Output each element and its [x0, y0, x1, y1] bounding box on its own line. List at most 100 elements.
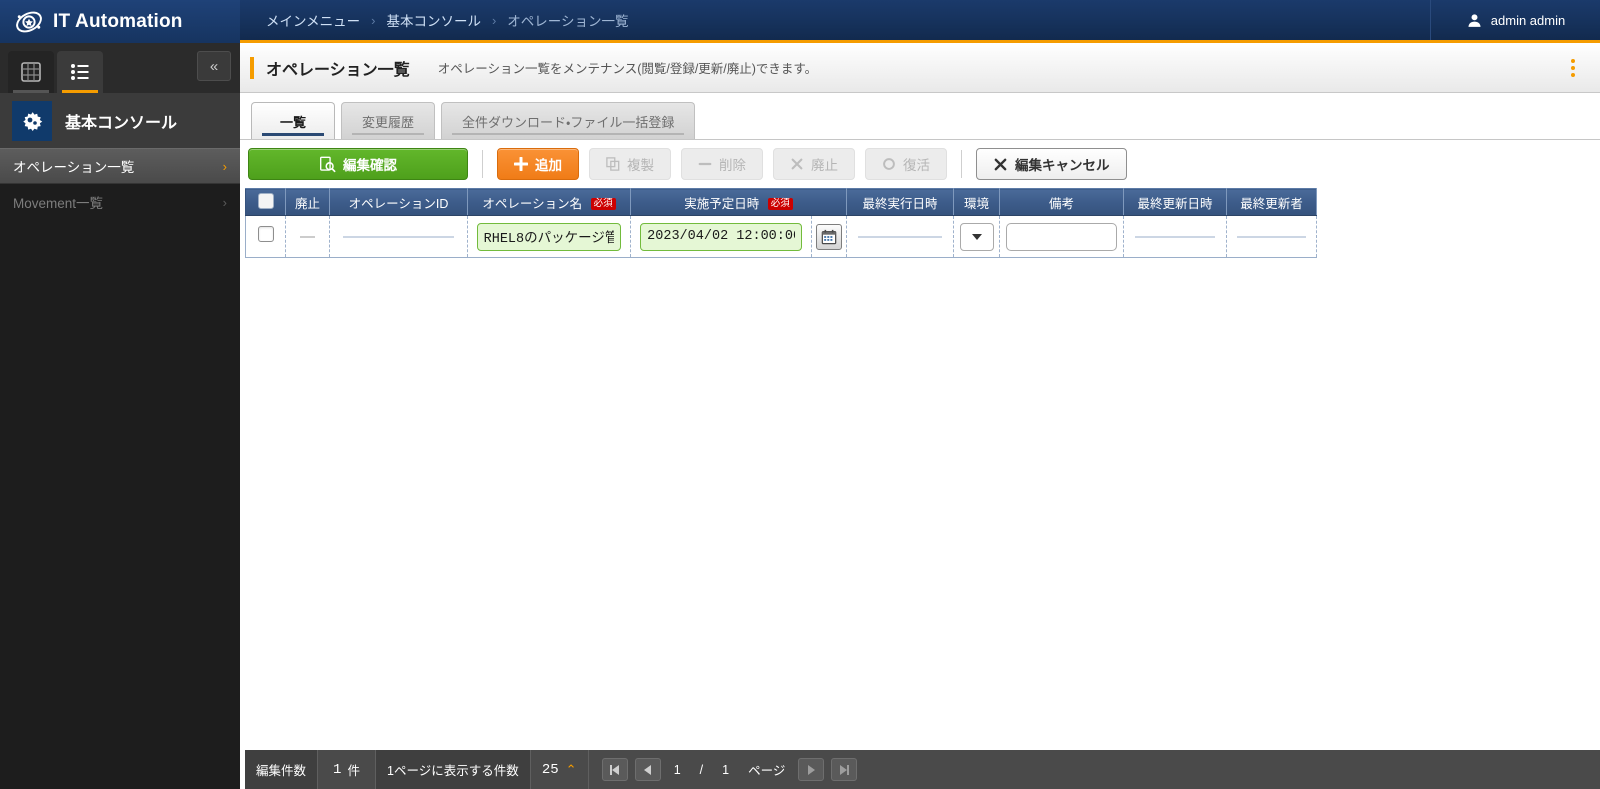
breadcrumb: メインメニュー › 基本コンソール › オペレーション一覧 [240, 0, 1430, 40]
per-page-label-text: 1ページに表示する件数 [387, 764, 519, 778]
circle-icon [883, 158, 895, 170]
empty-value-line [1236, 235, 1307, 238]
sidebar-item-label: Movement一覧 [13, 196, 104, 211]
cancel-edit-button[interactable]: 編集キャンセル [976, 148, 1127, 180]
header-label: 実施予定日時 [684, 196, 760, 211]
last-page-button[interactable] [831, 758, 858, 781]
cell-last-exec-datetime [846, 215, 954, 258]
chevron-double-left-icon: « [209, 57, 219, 75]
cell-calendar-button[interactable] [811, 215, 847, 258]
row-checkbox[interactable] [257, 226, 274, 242]
header-label: 備考 [1048, 196, 1074, 211]
prev-page-icon [644, 764, 652, 775]
button-label: 復活 [903, 158, 930, 173]
select-all-checkbox[interactable] [257, 192, 274, 209]
sidebar-section-title: 基本コンソール [65, 114, 178, 132]
sidebar-item-movement-list[interactable]: Movement一覧 › [0, 184, 240, 220]
header-select-all[interactable] [245, 188, 286, 216]
header-remarks[interactable]: 備考 [999, 188, 1124, 216]
page-separator: / [699, 762, 704, 777]
gear-icon-box [12, 100, 52, 141]
discard-value: — [300, 227, 315, 245]
environment-select[interactable] [959, 222, 994, 251]
chevron-down-icon [971, 233, 982, 240]
button-label: 複製 [627, 158, 654, 173]
operation-name-input[interactable] [476, 222, 622, 251]
header-label: オペレーションID [348, 196, 449, 211]
header-operation-name[interactable]: オペレーション名 必須 [467, 188, 631, 216]
chevron-up-icon: ⌃ [565, 761, 577, 777]
breadcrumb-item-0[interactable]: メインメニュー [266, 10, 360, 30]
header-last-update-datetime[interactable]: 最終更新日時 [1123, 188, 1227, 216]
button-label: 編集キャンセル [1015, 158, 1110, 173]
sidebar-toolbar: « [0, 43, 240, 93]
empty-value-line [343, 235, 454, 238]
button-label: 廃止 [811, 158, 838, 173]
confirm-edit-button[interactable]: 編集確認 [248, 148, 468, 180]
button-label: 編集確認 [343, 158, 397, 173]
breadcrumb-item-1[interactable]: 基本コンソール [386, 10, 481, 30]
header-label: 最終更新者 [1240, 196, 1303, 211]
header-discard[interactable]: 廃止 [285, 188, 330, 216]
sidebar-item-operation-list[interactable]: オペレーション一覧 › [0, 148, 240, 184]
header-operation-id[interactable]: オペレーションID [329, 188, 468, 216]
cell-discard: — [285, 215, 330, 258]
first-page-button[interactable] [601, 758, 628, 781]
tab-bulk-download-upload[interactable]: 全件ダウンロード・ファイル一括登録 [441, 102, 696, 139]
tab-change-history[interactable]: 変更履歴 [341, 102, 436, 139]
title-accent-bar [250, 56, 254, 79]
remarks-input[interactable] [1006, 222, 1117, 251]
document-search-icon [320, 156, 336, 172]
header-label: 最終更新日時 [1137, 196, 1213, 211]
per-page-label: 1ページに表示する件数 [376, 750, 531, 789]
cell-row-checkbox[interactable] [245, 215, 286, 258]
user-menu[interactable]: admin admin [1430, 0, 1600, 40]
sidebar-tab-grid-view[interactable] [8, 51, 54, 93]
main-content: オペレーション一覧 オペレーション一覧をメンテナンス(閲覧/登録/更新/廃止)で… [240, 43, 1600, 789]
per-page-select[interactable]: 25 ⌃ [531, 750, 589, 789]
page-current: 1 [673, 762, 681, 777]
cell-scheduled-datetime[interactable] [630, 215, 812, 258]
discard-button: 廃止 [773, 148, 855, 180]
page-title: オペレーション一覧 [266, 61, 410, 79]
per-page-value: 25 [541, 761, 559, 778]
tab-list[interactable]: 一覧 [251, 102, 335, 139]
cell-operation-name[interactable] [467, 215, 631, 258]
swirl-logo-icon [16, 11, 42, 32]
cell-environment[interactable] [953, 215, 1000, 258]
table-header-row: 廃止 オペレーションID オペレーション名 必須 実施予定日時 必須 最終実行日 [245, 188, 1317, 216]
button-label: 削除 [719, 158, 746, 173]
header-last-exec-datetime[interactable]: 最終実行日時 [846, 188, 954, 216]
sidebar-tab-list-view[interactable] [57, 51, 103, 93]
tab-label: 変更履歴 [362, 114, 415, 130]
cell-remarks[interactable] [999, 215, 1124, 258]
header-last-updater[interactable]: 最終更新者 [1226, 188, 1317, 216]
plus-icon [514, 157, 528, 171]
page-title-bar: オペレーション一覧 オペレーション一覧をメンテナンス(閲覧/登録/更新/廃止)で… [240, 43, 1600, 93]
header-label: 廃止 [294, 196, 320, 211]
calendar-picker-button[interactable] [816, 223, 842, 250]
tab-bar: 一覧 変更履歴 全件ダウンロード・ファイル一括登録 [240, 93, 1600, 140]
page-unit: ページ [748, 764, 786, 778]
gear-icon [23, 111, 43, 131]
toolbar-divider [961, 150, 962, 178]
header-environment[interactable]: 環境 [953, 188, 1000, 216]
edit-count-value: 1 [333, 761, 342, 778]
add-button[interactable]: 追加 [497, 148, 579, 180]
prev-page-button[interactable] [634, 758, 661, 781]
kebab-menu-icon[interactable] [1560, 55, 1586, 81]
edit-count-unit: 件 [347, 764, 360, 778]
chevron-right-icon: › [222, 158, 227, 174]
kebab-dot [1571, 59, 1575, 63]
breadcrumb-item-2: オペレーション一覧 [507, 14, 629, 29]
edit-count-label-text: 編集件数 [256, 764, 307, 778]
header-label: 環境 [963, 196, 989, 211]
next-page-button[interactable] [798, 758, 825, 781]
sidebar: « 基本コンソール オペレーション一覧 › Movement一覧 › [0, 43, 240, 789]
next-page-icon [807, 764, 815, 775]
sidebar-collapse-button[interactable]: « [197, 51, 231, 81]
minus-icon [698, 162, 712, 166]
app-logo[interactable]: IT Automation [0, 0, 240, 43]
scheduled-datetime-input[interactable] [640, 222, 802, 251]
header-scheduled-datetime[interactable]: 実施予定日時 必須 [630, 188, 847, 216]
